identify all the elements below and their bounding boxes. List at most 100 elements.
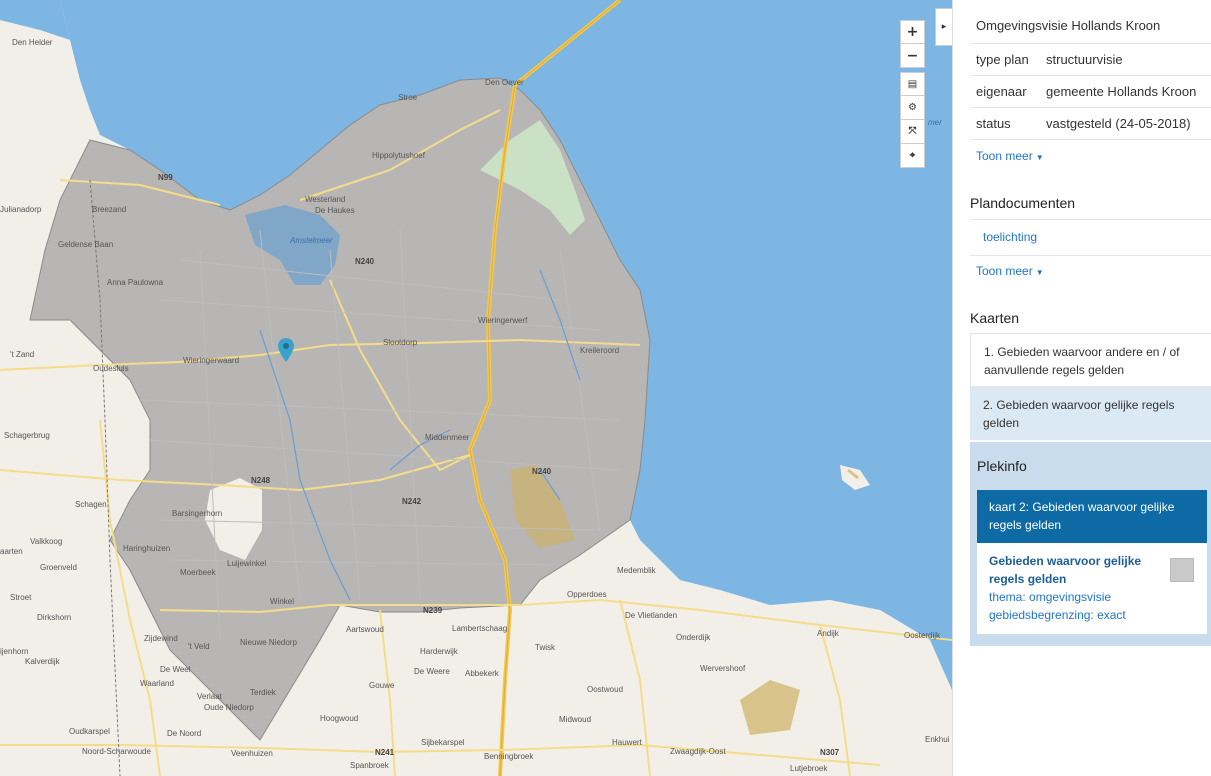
place-label: Slootdorp: [383, 338, 418, 347]
place-label: Gouwe: [369, 681, 395, 690]
plandocumenten-heading: Plandocumenten: [970, 195, 1076, 211]
layers-button[interactable]: ▤: [900, 72, 925, 96]
place-label: 't Veld: [188, 642, 210, 651]
place-label: aarten: [0, 547, 23, 556]
place-label: Winkel: [270, 597, 295, 606]
collapse-panel-button[interactable]: ▸: [935, 8, 952, 46]
table-row: eigenaar gemeente Hollands Kroon: [970, 75, 1211, 108]
place-label: Middenmeer: [425, 433, 470, 442]
toon-meer-documents-link[interactable]: Toon meer ▼: [976, 264, 1044, 278]
property-key: eigenaar: [970, 75, 1040, 108]
table-row: type plan structuurvisie: [970, 43, 1211, 76]
toon-meer-label: Toon meer: [976, 264, 1033, 278]
place-label: Sijbekarspel: [421, 738, 465, 747]
place-label: Julianadorp: [0, 205, 42, 214]
place-label: De Haukes: [315, 206, 355, 215]
map-controls: + − ▤ ⚙ ⤧ ⌖: [900, 20, 925, 168]
place-label: Nieuwe Niedorp: [240, 638, 297, 647]
road-label: N99: [158, 173, 173, 182]
place-label: Groenveld: [40, 563, 77, 572]
place-label: De Weere: [414, 667, 450, 676]
info-panel: Omgevingsvisie Hollands Kroon type plan …: [952, 0, 1211, 776]
place-label: Spanbroek: [350, 761, 389, 770]
place-label: Noord-Scharwoude: [82, 747, 151, 756]
place-label: Valkkoog: [30, 537, 63, 546]
feature-theme: thema: omgevingsvisie: [989, 590, 1112, 604]
fullscreen-button[interactable]: ⤧: [900, 120, 925, 144]
place-label: Oudkarspel: [69, 727, 110, 736]
kaart-item-2-selected[interactable]: 2. Gebieden waarvoor gelijke regels geld…: [970, 387, 1211, 440]
place-label: Kalverdijk: [25, 657, 60, 666]
location-marker-icon[interactable]: [278, 338, 294, 362]
chevron-right-icon: ▸: [941, 22, 947, 32]
place-label: Stroe: [398, 93, 418, 102]
place-label: Den Helder: [12, 38, 53, 47]
place-label: Zijdewind: [144, 634, 178, 643]
place-label: Midwoud: [559, 715, 592, 724]
water-label: mer: [928, 118, 942, 127]
place-label: Oudesluis: [93, 364, 129, 373]
property-key: type plan: [970, 43, 1040, 76]
road-label: N241: [375, 748, 395, 757]
place-label: Terdiek: [250, 688, 276, 697]
place-label: Medemblik: [617, 566, 656, 575]
feature-boundary: gebiedsbegrenzing: exact: [989, 608, 1126, 622]
place-label: Haringhuizen: [123, 544, 171, 553]
place-label: Oude Niedorp: [204, 703, 254, 712]
zoom-in-button[interactable]: +: [900, 20, 925, 44]
plekinfo-heading: Plekinfo: [977, 458, 1027, 474]
place-label: Oostwoud: [587, 685, 624, 694]
place-label: De Vlietlanden: [625, 611, 678, 620]
road-label: N240: [355, 257, 375, 266]
caret-down-icon: ▼: [1035, 153, 1044, 162]
road-label: N248: [251, 476, 271, 485]
place-label: Stroet: [10, 593, 32, 602]
place-label: Zwaagdijk-Oost: [670, 747, 726, 756]
place-label: Lutjebroek: [790, 764, 828, 773]
documents-list: toelichting: [970, 219, 1211, 256]
place-label: Kreileroord: [580, 346, 620, 355]
place-label: Opperdoes: [567, 590, 607, 599]
place-label: Wieringerwerf: [478, 316, 528, 325]
kaarten-heading: Kaarten: [970, 310, 1020, 326]
map-canvas[interactable]: [0, 0, 952, 776]
map-view[interactable]: Den Helder Den Oever Stroe Hippolytushoe…: [0, 0, 952, 776]
plan-properties-table: type plan structuurvisie eigenaar gemeen…: [970, 43, 1211, 140]
zoom-out-button[interactable]: −: [900, 44, 925, 68]
kaart-item-1[interactable]: 1. Gebieden waarvoor andere en / of aanv…: [970, 333, 1211, 387]
road-label: N307: [820, 748, 840, 757]
place-label: Schagerbrug: [4, 431, 50, 440]
toon-meer-label: Toon meer: [976, 149, 1033, 163]
place-label: ijenhorn: [0, 647, 29, 656]
place-label: Lambertschaag: [452, 624, 508, 633]
place-label: Verlaat: [197, 692, 222, 701]
place-label: Benningbroek: [484, 752, 534, 761]
plan-title: Omgevingsvisie Hollands Kroon: [976, 18, 1161, 33]
place-label: 't Zand: [10, 350, 35, 359]
place-label: Westerland: [305, 195, 346, 204]
document-link-toelichting[interactable]: toelichting: [970, 220, 1211, 255]
place-label: Waarland: [140, 679, 174, 688]
place-label: Onderdijk: [676, 633, 711, 642]
caret-down-icon: ▼: [1035, 268, 1044, 277]
place-label: Barsingerhorn: [172, 509, 223, 518]
place-label: Enkhui: [925, 735, 950, 744]
place-label: Harderwijk: [420, 647, 458, 656]
locate-button[interactable]: ⌖: [900, 144, 925, 168]
road-label: N242: [402, 497, 422, 506]
toon-meer-properties-link[interactable]: Toon meer ▼: [976, 149, 1044, 163]
place-label: Luijewinkel: [227, 559, 267, 568]
place-label: Twisk: [535, 643, 555, 652]
place-label: Moerbeek: [180, 568, 216, 577]
feature-title: Gebieden waarvoor gelijke regels gelden: [989, 554, 1142, 586]
place-label: Aartswoud: [346, 625, 384, 634]
property-value: vastgesteld (24-05-2018): [1040, 107, 1211, 140]
property-value: gemeente Hollands Kroon: [1040, 75, 1211, 108]
table-row: status vastgesteld (24-05-2018): [970, 107, 1211, 140]
settings-button[interactable]: ⚙: [900, 96, 925, 120]
plekinfo-feature[interactable]: Gebieden waarvoor gelijke regels gelden …: [977, 543, 1207, 634]
place-label: Veenhuizen: [231, 749, 273, 758]
place-label: Hoogwoud: [320, 714, 359, 723]
place-label: De Noord: [167, 729, 202, 738]
place-label: Breezand: [92, 205, 127, 214]
